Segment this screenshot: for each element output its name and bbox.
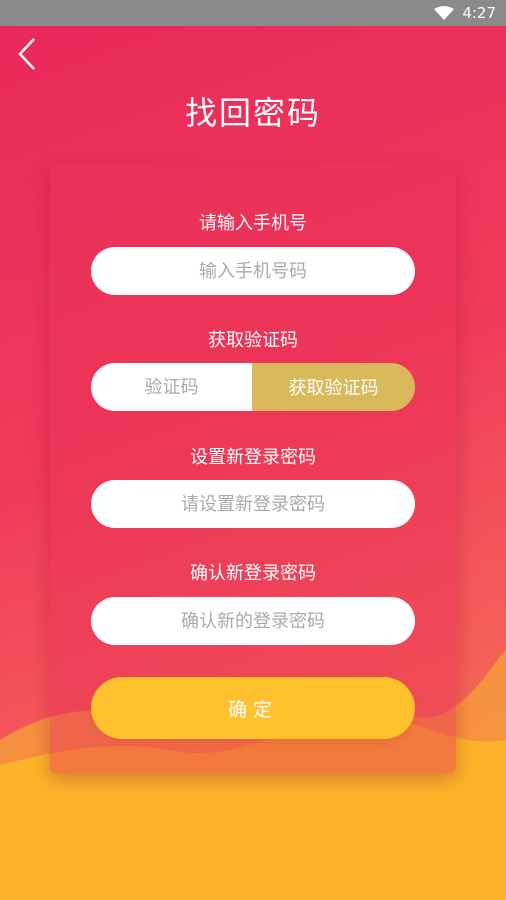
confirm-button[interactable]: 确定 — [91, 677, 415, 739]
phone-label: 请输入手机号 — [199, 213, 307, 234]
reset-password-card: 请输入手机号 获取验证码 获取验证码 设置新登录密码 确认新登录密码 确定 — [50, 165, 456, 773]
page-title: 找回密码 — [184, 94, 321, 132]
phone-input[interactable] — [91, 247, 415, 295]
wifi-icon — [434, 6, 455, 20]
confirm-password-label: 确认新登录密码 — [190, 563, 316, 584]
status-bar: 4:27 — [0, 0, 506, 26]
new-password-label: 设置新登录密码 — [190, 447, 316, 468]
code-input[interactable] — [91, 363, 252, 411]
chevron-left-icon — [18, 38, 35, 70]
code-row: 获取验证码 — [91, 363, 415, 411]
status-time: 4:27 — [462, 4, 496, 22]
new-password-input[interactable] — [91, 480, 415, 528]
code-label: 获取验证码 — [208, 330, 298, 351]
confirm-password-input[interactable] — [91, 597, 415, 645]
get-code-button[interactable]: 获取验证码 — [252, 363, 415, 411]
back-button[interactable] — [12, 36, 42, 72]
